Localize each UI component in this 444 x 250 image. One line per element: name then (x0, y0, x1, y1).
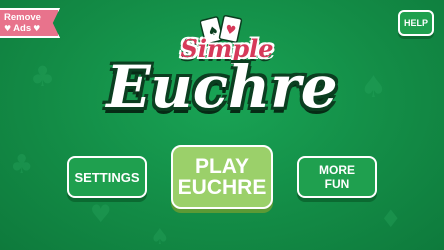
help-label: HELP (403, 18, 428, 28)
heart-suit-icon: ♥ (90, 200, 112, 228)
play-label-line2: EUCHRE (177, 176, 267, 199)
settings-button[interactable]: SETTINGS (67, 156, 147, 198)
diamond-suit-icon: ♦ (380, 205, 402, 233)
more-fun-button[interactable]: MORE FUN (297, 156, 377, 198)
more-label-line1: MORE (319, 163, 355, 177)
remove-ads-label-line2-wrap: ♥ Ads ♥ (4, 23, 58, 34)
remove-ads-label-line1: Remove (4, 11, 41, 23)
club-suit-icon: ♣ (10, 150, 34, 180)
spade-suit-icon: ♠ (150, 225, 170, 250)
play-label-line1: PLAY (194, 155, 250, 178)
remove-ads-label-line2: Ads (13, 22, 32, 34)
play-euchre-button[interactable]: PLAY EUCHRE (171, 145, 273, 209)
help-button[interactable]: HELP (398, 10, 434, 36)
heart-icon: ♥ (4, 23, 12, 33)
settings-label: SETTINGS (74, 169, 140, 185)
heart-icon: ♥ (33, 23, 41, 33)
logo-title: Euchre (106, 53, 338, 121)
more-label-line2: FUN (324, 177, 350, 191)
